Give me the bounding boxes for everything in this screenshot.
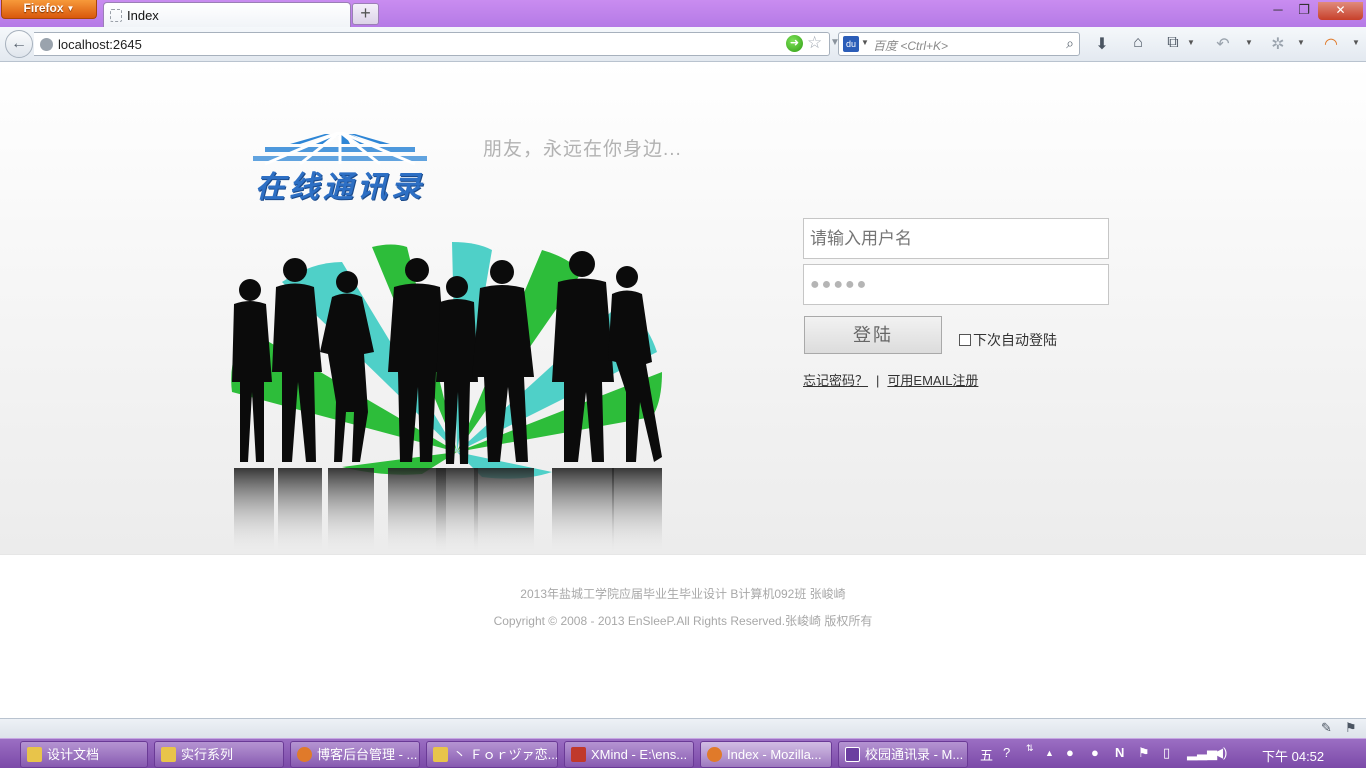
- title-bar: Firefox ▼ Index + ─ ❐ ✕: [0, 0, 1366, 27]
- link-separator: |: [876, 373, 880, 388]
- volume-icon[interactable]: ◀): [1213, 745, 1227, 761]
- firefox-icon: [297, 747, 312, 762]
- menu-chevron-icon[interactable]: ▼: [1352, 38, 1360, 47]
- tab-index[interactable]: Index: [103, 2, 351, 27]
- chevron-down-icon[interactable]: ▼: [1297, 38, 1305, 47]
- back-arrow-icon[interactable]: ←: [5, 30, 33, 58]
- baidu-engine-icon[interactable]: du: [843, 36, 859, 52]
- footer-copyright: Copyright © 2008 - 2013 EnSleeP.All Righ…: [493, 614, 873, 628]
- go-arrow-icon[interactable]: ➜: [786, 35, 803, 52]
- visual-studio-icon: [845, 747, 860, 762]
- url-bar[interactable]: localhost:2645 ➜ ☆ ▼ ↻: [34, 32, 858, 56]
- friends-silhouette-image: [231, 242, 662, 555]
- ime-indicator[interactable]: 五: [980, 745, 993, 764]
- chevron-down-icon[interactable]: ▼: [1187, 38, 1195, 47]
- bug-icon[interactable]: ✲: [1267, 34, 1289, 54]
- taskbar-item-label: Index - Mozilla...: [727, 747, 822, 762]
- email-register-link[interactable]: 可用EMAIL注册: [887, 373, 978, 388]
- feedback-flag-icon[interactable]: ⚑: [1345, 720, 1357, 736]
- hero-section: 在线通讯录 朋友，永远在你身边... 请输入用户名 ●●●●● 登陆 下次自动登…: [0, 62, 1366, 555]
- taskbar-item-series[interactable]: 实行系列: [154, 741, 284, 768]
- folder-icon: [27, 747, 42, 762]
- status-bar: ✎ ⚑: [0, 718, 1366, 738]
- device-icon[interactable]: ▯: [1163, 745, 1170, 761]
- taskbar-item-index-firefox[interactable]: Index - Mozilla...: [700, 741, 832, 768]
- addon-tool-icon[interactable]: ✎: [1321, 720, 1332, 736]
- home-icon[interactable]: ⌂: [1127, 34, 1149, 52]
- tab-title: Index: [127, 8, 159, 23]
- taskbar-item-folder[interactable]: 丶 Ｆｏｒヅァ恋...: [426, 741, 558, 768]
- login-button[interactable]: 登陆: [804, 316, 942, 354]
- remember-label[interactable]: 下次自动登陆: [973, 332, 1057, 348]
- qq-icon[interactable]: ●: [1066, 745, 1074, 760]
- windows-taskbar: 设计文档 实行系列 博客后台管理 - ... 丶 Ｆｏｒヅァ恋... XMind…: [0, 738, 1366, 768]
- firefox-icon: [707, 747, 722, 762]
- search-placeholder[interactable]: 百度 <Ctrl+K>: [873, 37, 948, 54]
- search-icon[interactable]: ⌕: [1066, 35, 1074, 52]
- tray-expand-icon[interactable]: ▲: [1045, 748, 1054, 758]
- chevron-down-icon: ▼: [66, 4, 75, 13]
- remember-me[interactable]: 下次自动登陆: [959, 330, 1057, 350]
- slogan: 朋友，永远在你身边...: [483, 139, 682, 160]
- logo-text: 在线通讯录: [255, 170, 425, 205]
- navigation-toolbar: ← localhost:2645 ➜ ☆ ▼ ↻ du ▼ 百度 <Ctrl+K…: [0, 27, 1366, 62]
- search-bar[interactable]: du ▼ 百度 <Ctrl+K> ⌕: [838, 32, 1080, 56]
- restore-icon[interactable]: ❐: [1291, 2, 1317, 20]
- taskbar-item-label: XMind - E:\ens...: [591, 747, 688, 762]
- taskbar-item-blog-admin[interactable]: 博客后台管理 - ...: [290, 741, 420, 768]
- chevron-down-icon[interactable]: ▼: [1245, 38, 1253, 47]
- forgot-password-link[interactable]: 忘记密码？: [803, 373, 868, 388]
- taskbar-item-label: 校园通讯录 - M...: [865, 747, 964, 762]
- footer-credit: 2013年盐城工学院应届毕业生毕业设计 B计算机092班 张峻崎: [520, 587, 846, 601]
- login-links: 忘记密码？ | 可用EMAIL注册: [803, 370, 978, 389]
- url-text[interactable]: localhost:2645: [58, 37, 142, 52]
- new-tab-button[interactable]: +: [352, 3, 379, 25]
- ime-options-icon[interactable]: ⇅: [1026, 743, 1034, 754]
- minimize-icon[interactable]: ─: [1265, 2, 1291, 20]
- help-icon[interactable]: ?: [1003, 745, 1010, 760]
- taskbar-item-visual-studio[interactable]: 校园通讯录 - M...: [838, 741, 968, 768]
- undo-close-tab-icon[interactable]: ↶: [1212, 34, 1234, 54]
- page-favicon-icon: [110, 9, 122, 22]
- site-logo: 在线通讯录: [245, 132, 435, 205]
- web-page: 在线通讯录 朋友，永远在你身边... 请输入用户名 ●●●●● 登陆 下次自动登…: [0, 62, 1366, 718]
- downloads-icon[interactable]: ⬇: [1091, 34, 1113, 54]
- screenshot-icon[interactable]: ⧉: [1162, 34, 1184, 52]
- taskbar-item-label: 实行系列: [181, 747, 234, 762]
- xmind-icon: [571, 747, 586, 762]
- firefox-window: Firefox ▼ Index + ─ ❐ ✕ ← localhost:2645 …: [0, 0, 1366, 768]
- taskbar-item-label: 丶 Ｆｏｒヅァ恋...: [453, 747, 558, 762]
- firefox-menu-label: Firefox: [23, 1, 64, 15]
- chevron-down-icon[interactable]: ▼: [861, 38, 869, 47]
- site-identity-icon[interactable]: [40, 38, 53, 51]
- onenote-icon[interactable]: N: [1115, 745, 1124, 760]
- firefox-menu-button[interactable]: Firefox ▼: [1, 0, 97, 19]
- folder-icon: [433, 747, 448, 762]
- rainbow-addon-icon[interactable]: ◠: [1320, 34, 1342, 54]
- taskbar-item-label: 设计文档: [47, 747, 100, 762]
- action-center-flag-icon[interactable]: ⚑: [1138, 745, 1150, 761]
- taskbar-clock[interactable]: 下午 04:52: [1262, 746, 1324, 765]
- remember-checkbox[interactable]: [959, 334, 971, 346]
- qq-icon[interactable]: ●: [1091, 745, 1099, 760]
- password-input[interactable]: ●●●●●: [803, 264, 1109, 305]
- bookmark-star-icon[interactable]: ☆: [807, 33, 822, 53]
- folder-icon: [161, 747, 176, 762]
- taskbar-item-xmind[interactable]: XMind - E:\ens...: [564, 741, 694, 768]
- taskbar-item-design-docs[interactable]: 设计文档: [20, 741, 148, 768]
- taskbar-item-label: 博客后台管理 - ...: [317, 747, 418, 762]
- close-icon[interactable]: ✕: [1318, 2, 1363, 20]
- login-form: ●●●●● 登陆 下次自动登陆 忘记密码？ | 可用EMAIL注册: [803, 218, 1113, 388]
- username-input[interactable]: [803, 218, 1109, 259]
